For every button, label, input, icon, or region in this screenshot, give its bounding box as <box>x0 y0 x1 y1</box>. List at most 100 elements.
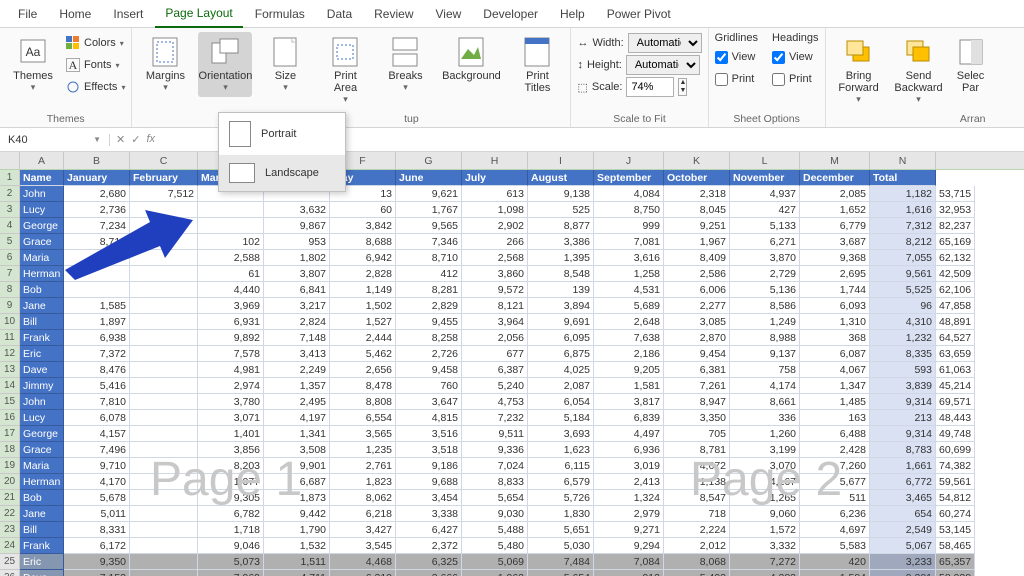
cancel-icon[interactable]: ✕ <box>116 133 125 146</box>
data-cell[interactable]: 8,988 <box>730 330 800 346</box>
data-cell[interactable]: 2,087 <box>528 378 594 394</box>
data-cell[interactable]: 1,744 <box>800 282 870 298</box>
data-cell[interactable]: 7,810 <box>64 394 130 410</box>
data-cell[interactable]: 4,531 <box>594 282 664 298</box>
data-cell[interactable]: 3,413 <box>264 346 330 362</box>
data-cell[interactable]: 8,548 <box>528 266 594 282</box>
data-cell[interactable]: 8,331 <box>64 522 130 538</box>
data-cell[interactable]: 9,201 <box>870 570 936 576</box>
data-cell[interactable]: 7,484 <box>528 554 594 570</box>
header-cell[interactable]: Total <box>870 170 936 186</box>
data-cell[interactable]: 213 <box>870 410 936 426</box>
orientation-button[interactable]: Orientation▾ <box>198 32 252 97</box>
data-cell[interactable]: 3,338 <box>396 506 462 522</box>
data-cell[interactable]: 82,237 <box>936 218 975 234</box>
data-cell[interactable]: 6,054 <box>528 394 594 410</box>
data-cell[interactable]: 6,381 <box>664 362 730 378</box>
data-cell[interactable]: 8,068 <box>664 554 730 570</box>
header-cell[interactable]: November <box>730 170 800 186</box>
name-cell[interactable]: Grace <box>20 442 64 458</box>
data-cell[interactable]: 2,829 <box>396 298 462 314</box>
name-cell[interactable]: John <box>20 186 64 202</box>
data-cell[interactable]: 2,648 <box>594 314 664 330</box>
data-cell[interactable]: 2,277 <box>664 298 730 314</box>
data-cell[interactable] <box>130 346 198 362</box>
data-cell[interactable]: 1,652 <box>800 202 870 218</box>
data-cell[interactable]: 4,170 <box>64 474 130 490</box>
data-cell[interactable]: 8,547 <box>664 490 730 506</box>
data-cell[interactable] <box>130 474 198 490</box>
data-cell[interactable]: 8,661 <box>730 394 800 410</box>
data-cell[interactable]: 1,585 <box>64 298 130 314</box>
tab-help[interactable]: Help <box>550 1 595 27</box>
data-cell[interactable]: 8,688 <box>330 234 396 250</box>
data-cell[interactable]: 3,693 <box>528 426 594 442</box>
data-cell[interactable]: 5,583 <box>800 538 870 554</box>
data-cell[interactable]: 3,233 <box>870 554 936 570</box>
header-cell[interactable]: December <box>800 170 870 186</box>
data-cell[interactable]: 613 <box>462 186 528 202</box>
data-cell[interactable]: 1,616 <box>870 202 936 218</box>
data-cell[interactable]: 9,030 <box>462 506 528 522</box>
data-cell[interactable]: 3,019 <box>594 458 664 474</box>
data-cell[interactable]: 7,372 <box>64 346 130 362</box>
name-cell[interactable]: Bill <box>20 314 64 330</box>
gridlines-view-check[interactable]: View <box>715 46 758 68</box>
data-cell[interactable]: 9,336 <box>462 442 528 458</box>
data-cell[interactable]: 1,395 <box>528 250 594 266</box>
data-cell[interactable]: 8,335 <box>870 346 936 362</box>
data-cell[interactable]: 4,937 <box>730 186 800 202</box>
data-cell[interactable]: 1,260 <box>730 426 800 442</box>
data-cell[interactable]: 2,012 <box>664 538 730 554</box>
data-cell[interactable]: 5,462 <box>330 346 396 362</box>
name-cell[interactable]: Herman <box>20 474 64 490</box>
data-cell[interactable]: 3,386 <box>528 234 594 250</box>
name-cell[interactable]: Lucy <box>20 202 64 218</box>
data-cell[interactable]: 4,711 <box>264 570 330 576</box>
data-cell[interactable]: 49,748 <box>936 426 975 442</box>
data-cell[interactable]: 1,149 <box>330 282 396 298</box>
data-cell[interactable]: 7,969 <box>198 570 264 576</box>
data-cell[interactable]: 525 <box>528 202 594 218</box>
data-cell[interactable]: 4,197 <box>264 410 330 426</box>
name-cell[interactable]: Jane <box>20 506 64 522</box>
data-cell[interactable]: 9,511 <box>462 426 528 442</box>
data-cell[interactable]: 3,217 <box>264 298 330 314</box>
name-cell[interactable]: Dave <box>20 362 64 378</box>
data-cell[interactable]: 5,525 <box>870 282 936 298</box>
name-cell[interactable]: Bob <box>20 282 64 298</box>
background-button[interactable]: Background <box>438 32 504 86</box>
data-cell[interactable]: 3,780 <box>198 394 264 410</box>
data-cell[interactable]: 9,368 <box>800 250 870 266</box>
data-cell[interactable]: 60,699 <box>936 442 975 458</box>
data-cell[interactable] <box>130 538 198 554</box>
data-cell[interactable]: 6,488 <box>800 426 870 442</box>
data-cell[interactable]: 7,261 <box>664 378 730 394</box>
name-cell[interactable]: Eric <box>20 346 64 362</box>
data-cell[interactable]: 368 <box>800 330 870 346</box>
data-cell[interactable]: 3,545 <box>330 538 396 554</box>
data-cell[interactable]: 9,621 <box>396 186 462 202</box>
name-cell[interactable]: Frank <box>20 538 64 554</box>
data-cell[interactable]: 2,568 <box>462 250 528 266</box>
data-cell[interactable]: 3,350 <box>664 410 730 426</box>
tab-data[interactable]: Data <box>317 1 362 27</box>
data-cell[interactable]: 9,314 <box>870 426 936 442</box>
data-cell[interactable]: 1,581 <box>594 378 664 394</box>
header-cell[interactable]: February <box>130 170 198 186</box>
data-cell[interactable]: 912 <box>594 570 664 576</box>
data-cell[interactable]: 5,184 <box>528 410 594 426</box>
data-cell[interactable]: 58,465 <box>936 538 975 554</box>
header-cell[interactable]: January <box>64 170 130 186</box>
data-cell[interactable]: 6,325 <box>396 554 462 570</box>
scale-height-select[interactable]: Automatic <box>626 55 700 75</box>
orientation-landscape[interactable]: Landscape <box>219 155 345 191</box>
data-cell[interactable]: 4,283 <box>730 570 800 576</box>
col-header-I[interactable]: I <box>528 152 594 169</box>
data-cell[interactable]: 4,753 <box>462 394 528 410</box>
data-cell[interactable]: 1,232 <box>870 330 936 346</box>
data-cell[interactable]: 4,167 <box>730 474 800 490</box>
data-cell[interactable]: 8,045 <box>664 202 730 218</box>
data-cell[interactable]: 4,497 <box>594 426 664 442</box>
data-cell[interactable]: 1,790 <box>264 522 330 538</box>
